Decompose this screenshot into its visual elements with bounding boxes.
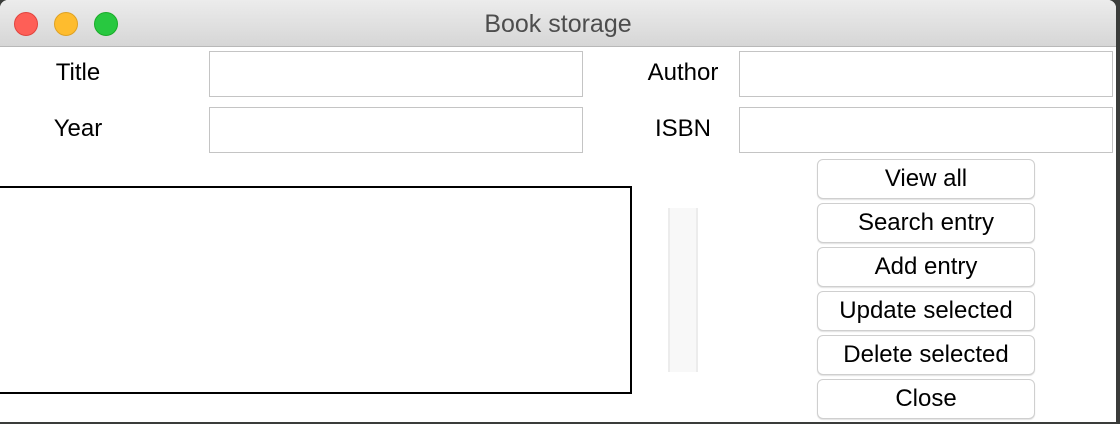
search-entry-button[interactable]: Search entry [817, 203, 1035, 243]
title-label: Title [55, 59, 101, 86]
view-all-button[interactable]: View all [817, 159, 1035, 199]
add-entry-button[interactable]: Add entry [817, 247, 1035, 287]
year-label: Year [53, 115, 103, 142]
entries-listbox[interactable] [0, 186, 632, 394]
author-label: Author [647, 59, 719, 86]
close-button[interactable]: Close [817, 379, 1035, 419]
author-field[interactable] [739, 51, 1113, 97]
update-selected-button[interactable]: Update selected [817, 291, 1035, 331]
year-field[interactable] [209, 107, 583, 153]
isbn-field[interactable] [739, 107, 1113, 153]
app-window: Book storage Title Author Year ISBN View… [0, 0, 1116, 422]
window-title: Book storage [484, 10, 632, 38]
delete-selected-button[interactable]: Delete selected [817, 335, 1035, 375]
listbox-scrollbar[interactable] [668, 208, 698, 372]
isbn-label: ISBN [654, 115, 711, 142]
title-field[interactable] [209, 51, 583, 97]
title-bar[interactable]: Book storage [0, 0, 1116, 47]
